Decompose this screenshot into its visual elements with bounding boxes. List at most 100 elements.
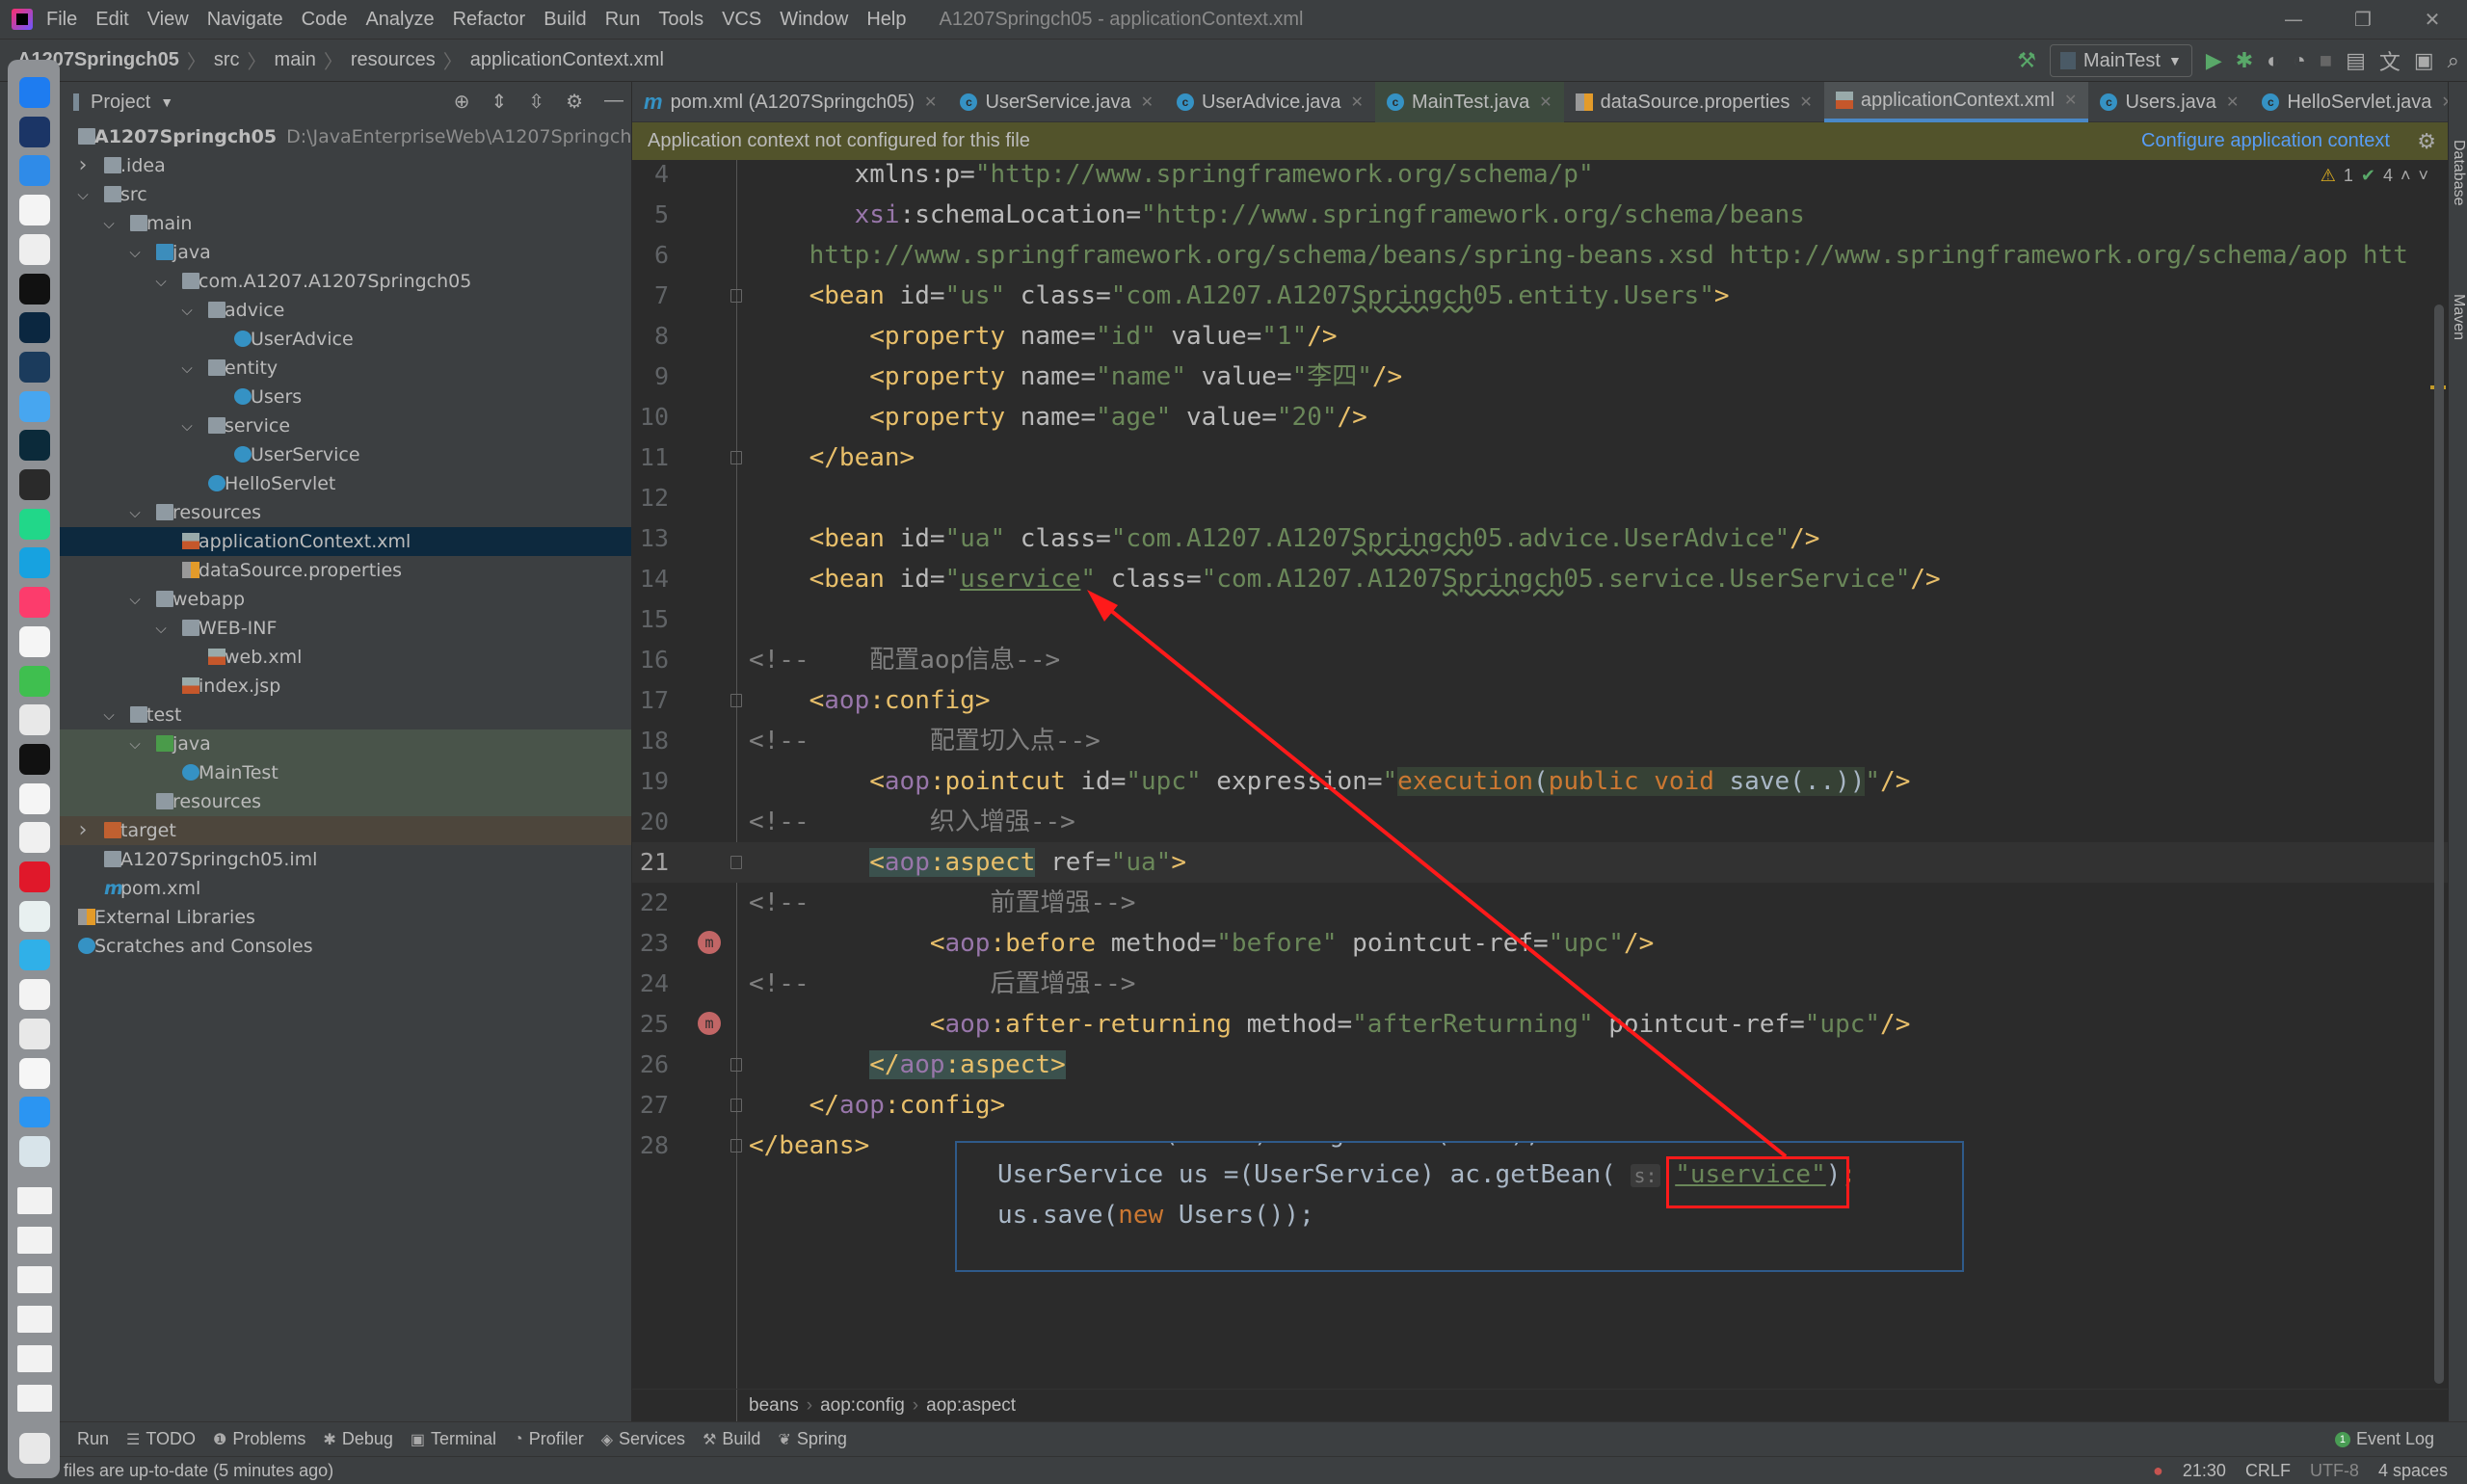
code-line[interactable]: 24 <!-- 后置增强--> [632, 964, 2448, 1004]
line-number[interactable]: 10 [632, 397, 669, 437]
tree-item-users[interactable]: Users [60, 383, 631, 411]
menu-view[interactable]: View [147, 9, 189, 31]
steam-icon[interactable] [19, 351, 50, 383]
tab-users-java[interactable]: c Users.java ✕ [2088, 82, 2250, 122]
app-tiles-icon[interactable] [19, 822, 50, 854]
file-encoding[interactable]: UTF-8 [2310, 1461, 2359, 1481]
stop-icon[interactable]: ■ [2320, 48, 2332, 73]
tool-window-todo[interactable]: ☰ TODO [126, 1429, 196, 1449]
chevron-down-icon[interactable]: ⌵ [100, 701, 118, 729]
line-number[interactable]: 20 [632, 802, 669, 842]
line-number[interactable]: 5 [632, 195, 669, 235]
tool-window-terminal[interactable]: ▣ Terminal [411, 1429, 496, 1449]
code-line[interactable]: 20 <!-- 织入增强--> [632, 802, 2448, 842]
tree-item-external-libraries[interactable]: External Libraries [60, 903, 631, 932]
indent-setting[interactable]: 4 spaces [2378, 1461, 2448, 1481]
tree-item-main[interactable]: ⌵ main [60, 209, 631, 238]
error-indicator-icon[interactable]: ● [2153, 1461, 2163, 1481]
line-number[interactable]: 15 [632, 599, 669, 640]
breadcrumb-item[interactable]: main [275, 49, 316, 71]
tree-item-userservice[interactable]: UserService [60, 440, 631, 469]
code-line[interactable]: 21 <aop:aspect ref="ua"> [632, 842, 2448, 883]
previous-highlight-icon[interactable]: ˄ [2401, 166, 2411, 186]
tree-item-com-a1207-a1207springch05[interactable]: ⌵ com.A1207.A1207Springch05 [60, 267, 631, 296]
tree-item-web-xml[interactable]: web.xml [60, 643, 631, 672]
menu-window[interactable]: Window [780, 9, 848, 31]
close-tab-icon[interactable]: ✕ [1799, 93, 1812, 112]
clock-icon[interactable] [19, 233, 50, 265]
expand-all-icon[interactable]: ⇕ [491, 90, 508, 114]
tab-applicationcontext-xml[interactable]: applicationContext.xml ✕ [1823, 82, 2089, 122]
chevron-down-icon[interactable]: ⌵ [152, 267, 170, 296]
code-line[interactable]: 27 </aop:config> [632, 1085, 2448, 1126]
chevron-down-icon[interactable]: ⌵ [126, 585, 144, 614]
tree-item-service[interactable]: ⌵ service [60, 411, 631, 440]
code-line[interactable]: 13 <bean id="ua" class="com.A1207.A1207S… [632, 518, 2448, 559]
tab-datasource-properties[interactable]: dataSource.properties ✕ [1564, 82, 1824, 122]
tree-item-a1207springch05[interactable]: A1207Springch05 D:\JavaEnterpriseWeb\A120… [60, 122, 655, 151]
window-thumbnail-icon[interactable] [17, 1187, 52, 1214]
netease-music-icon[interactable] [19, 861, 50, 892]
preview-icon[interactable] [19, 1135, 50, 1167]
chevron-down-icon[interactable]: ⌵ [100, 209, 118, 238]
chevron-down-icon[interactable]: ⌵ [126, 498, 144, 527]
line-separator[interactable]: CRLF [2245, 1461, 2291, 1481]
line-number[interactable]: 28 [632, 1126, 669, 1166]
close-button[interactable]: ✕ [2398, 0, 2467, 40]
r6-tracker-icon[interactable] [19, 469, 50, 500]
next-highlight-icon[interactable]: ˅ [2418, 166, 2428, 186]
tree-item-java[interactable]: ⌵ java [60, 238, 631, 267]
app-circle-icon[interactable] [19, 430, 50, 462]
launchpad-icon[interactable] [19, 116, 50, 147]
tree-item-src[interactable]: ⌵ src [60, 180, 631, 209]
wechat-icon[interactable] [19, 665, 50, 697]
tree-item-datasource-properties[interactable]: dataSource.properties [60, 556, 631, 585]
fold-marker-icon[interactable] [730, 1099, 742, 1112]
code-line[interactable]: 25 m <aop:after-returning method="afterRe… [632, 1004, 2448, 1045]
qq-icon[interactable] [19, 625, 50, 657]
line-number[interactable]: 21 [632, 842, 669, 883]
calendar-icon[interactable] [19, 195, 50, 226]
translate-icon[interactable]: 文 [2379, 45, 2401, 76]
code-line[interactable]: 26 </aop:aspect> [632, 1045, 2448, 1085]
finder-icon[interactable] [19, 77, 50, 108]
tab-useradvice-java[interactable]: c UserAdvice.java ✕ [1165, 82, 1375, 122]
code-line[interactable]: 10 <property name="age" value="20"/> [632, 397, 2448, 437]
line-number[interactable]: 19 [632, 761, 669, 802]
code-line[interactable]: 16 <!-- 配置aop信息--> [632, 640, 2448, 680]
tree-item-resources[interactable]: ⌵ resources [60, 498, 631, 527]
vertical-scrollbar[interactable] [2434, 305, 2444, 1384]
close-tab-icon[interactable]: ✕ [2064, 91, 2077, 110]
tool-window-profiler[interactable]: ◔ Profiler [514, 1429, 584, 1449]
gear-icon[interactable]: ⚙ [2417, 129, 2436, 154]
tree-item-resources[interactable]: resources [60, 787, 631, 816]
document-icon[interactable] [19, 1057, 50, 1089]
fold-marker-icon[interactable] [730, 694, 742, 707]
line-number[interactable]: 25 [632, 1004, 669, 1045]
code-line[interactable]: 8 <property name="id" value="1"/> [632, 316, 2448, 357]
database-tool-button[interactable]: Database [2450, 140, 2467, 206]
tab-pom-xml-a1207springch05-[interactable]: m pom.xml (A1207Springch05) ✕ [632, 82, 948, 122]
tool-window-problems[interactable]: ❶ Problems [213, 1429, 305, 1449]
code-line[interactable]: 11 </bean> [632, 437, 2448, 478]
coverage-icon[interactable]: ◐ [2267, 48, 2279, 73]
app-swirl-icon[interactable] [19, 900, 50, 932]
fold-marker-icon[interactable] [730, 856, 742, 869]
tool-window-run[interactable]: Run [77, 1429, 109, 1449]
line-number[interactable]: 24 [632, 964, 669, 1004]
fold-marker-icon[interactable] [730, 1058, 742, 1072]
line-number[interactable]: 12 [632, 478, 669, 518]
tree-item-useradvice[interactable]: UserAdvice [60, 325, 631, 354]
project-view-selector[interactable]: Project [91, 92, 150, 114]
fold-marker-icon[interactable] [730, 451, 742, 464]
line-number[interactable]: 18 [632, 721, 669, 761]
close-tab-icon[interactable]: ✕ [1141, 93, 1154, 112]
editor-breadcrumb-item[interactable]: aop:config [820, 1395, 905, 1417]
close-tab-icon[interactable]: ✕ [1351, 93, 1364, 112]
code-line[interactable]: 4 xmlns:p="http://www.springframework.or… [632, 160, 2448, 195]
inspection-widget[interactable]: ⚠ 1 ✔ 4 ˄ ˅ [2321, 166, 2428, 186]
line-number[interactable]: 16 [632, 640, 669, 680]
editor-breadcrumb-item[interactable]: aop:aspect [926, 1395, 1016, 1417]
line-number[interactable]: 8 [632, 316, 669, 357]
code-line[interactable]: 17 <aop:config> [632, 680, 2448, 721]
